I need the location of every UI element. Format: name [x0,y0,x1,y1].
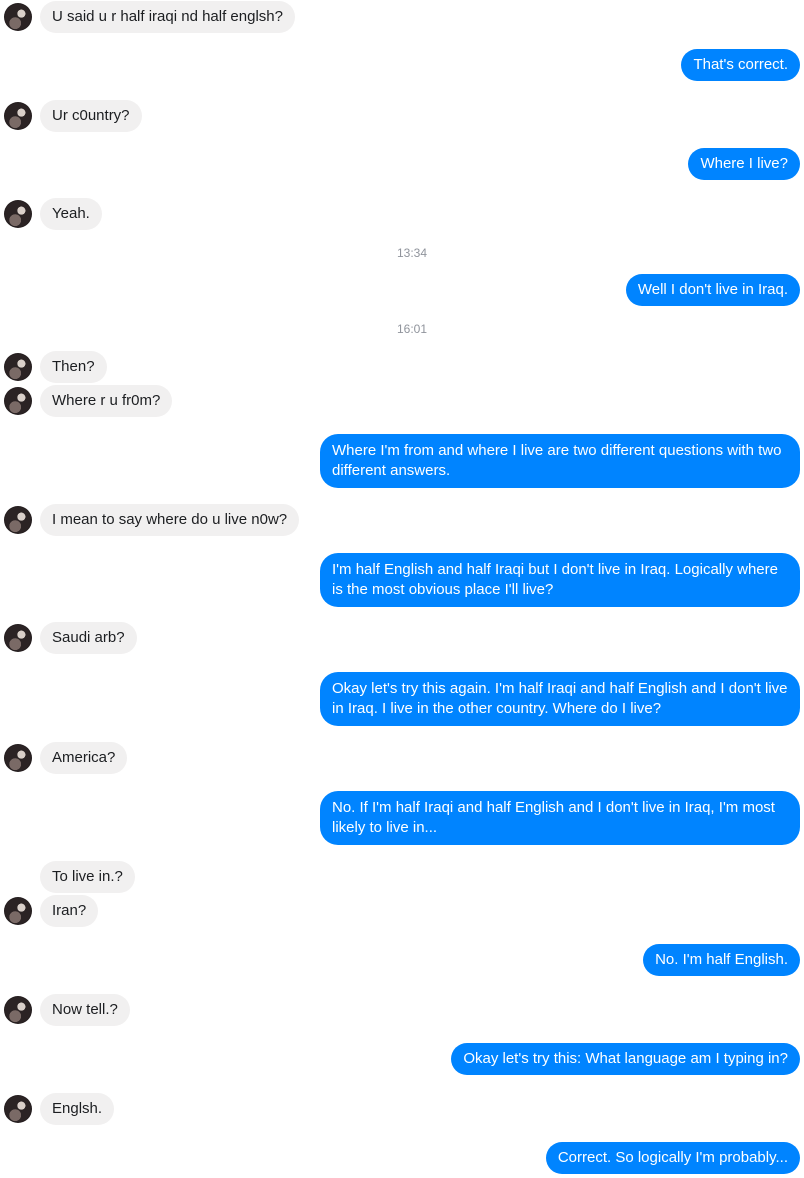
message-bubble-incoming: Then? [40,351,107,383]
message-bubble-incoming: Where r u fr0m? [40,385,173,417]
message-bubble-outgoing: Okay let's try this: What language am I … [451,1043,800,1075]
avatar[interactable] [4,506,32,534]
message-row-outgoing: Okay let's try this again. I'm half Iraq… [0,672,804,726]
message-bubble-incoming: Now tell.? [40,994,130,1026]
message-bubble-outgoing: No. If I'm half Iraqi and half English a… [320,791,800,845]
message-row-incoming: Ur c0untry? [0,100,804,132]
message-row-incoming: Then? [0,351,804,383]
avatar[interactable] [4,624,32,652]
message-bubble-outgoing: Correct. So logically I'm probably... [545,1142,800,1174]
message-row-outgoing: Where I'm from and where I live are two … [0,434,804,488]
message-bubble-outgoing: Where I live? [688,148,800,180]
message-row-incoming: U said u r half iraqi nd half englsh? [0,1,804,33]
message-row-outgoing: Where I live? [0,148,804,180]
message-bubble-incoming: America? [40,742,128,774]
message-bubble-outgoing: Where I'm from and where I live are two … [320,434,800,488]
timestamp: 13:34 [396,246,428,260]
message-bubble-outgoing: Well I don't live in Iraq. [625,274,800,306]
message-row-incoming: Yeah. [0,198,804,230]
message-row-incoming: Iran? [0,895,804,927]
message-row-outgoing: Okay let's try this: What language am I … [0,1043,804,1075]
message-row-outgoing: Well I don't live in Iraq. [0,274,804,306]
avatar[interactable] [4,353,32,381]
message-bubble-incoming: Ur c0untry? [40,100,142,132]
message-row-incoming: Now tell.? [0,994,804,1026]
message-bubble-outgoing: Okay let's try this again. I'm half Iraq… [320,672,800,726]
message-row-incoming: To live in.? [0,861,804,893]
message-row-outgoing: No. If I'm half Iraqi and half English a… [0,791,804,845]
timestamp: 16:01 [396,322,428,336]
message-bubble-outgoing: No. I'm half English. [643,944,800,976]
avatar[interactable] [4,1095,32,1123]
message-bubble-incoming: Iran? [40,895,99,927]
message-row-outgoing: That's correct. [0,49,804,81]
message-row-incoming: Saudi arb? [0,622,804,654]
message-bubble-incoming: Saudi arb? [40,622,137,654]
message-bubble-outgoing: I'm half English and half Iraqi but I do… [320,553,800,607]
message-row-outgoing: Correct. So logically I'm probably... [0,1142,804,1174]
message-thread: U said u r half iraqi nd half englsh? Th… [0,0,804,1178]
message-bubble-incoming: Englsh. [40,1093,115,1125]
message-row-incoming: I mean to say where do u live n0w? [0,504,804,536]
message-bubble-incoming: U said u r half iraqi nd half englsh? [40,1,295,33]
avatar[interactable] [4,102,32,130]
message-bubble-incoming: Yeah. [40,198,102,230]
avatar[interactable] [4,897,32,925]
avatar[interactable] [4,387,32,415]
message-bubble-incoming: I mean to say where do u live n0w? [40,504,300,536]
avatar[interactable] [4,744,32,772]
message-bubble-outgoing: That's correct. [681,49,800,81]
avatar[interactable] [4,3,32,31]
message-bubble-incoming: To live in.? [40,861,135,893]
message-row-incoming: Where r u fr0m? [0,385,804,417]
message-row-incoming: America? [0,742,804,774]
avatar[interactable] [4,996,32,1024]
message-row-incoming: Englsh. [0,1093,804,1125]
message-row-outgoing: No. I'm half English. [0,944,804,976]
message-row-outgoing: I'm half English and half Iraqi but I do… [0,553,804,607]
avatar[interactable] [4,200,32,228]
